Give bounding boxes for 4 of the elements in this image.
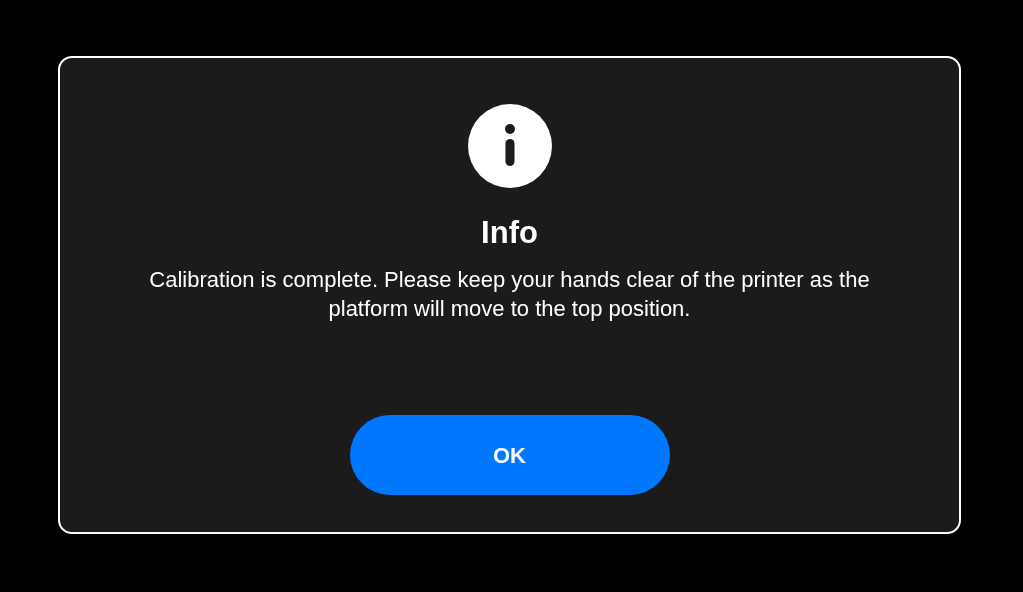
- ok-button[interactable]: OK: [349, 415, 670, 495]
- dialog-title: Info: [481, 214, 538, 252]
- info-icon: [467, 104, 552, 188]
- dialog-message: Calibration is complete. Please keep your hands clear of the printer as the platform will move to the top position.: [148, 266, 871, 324]
